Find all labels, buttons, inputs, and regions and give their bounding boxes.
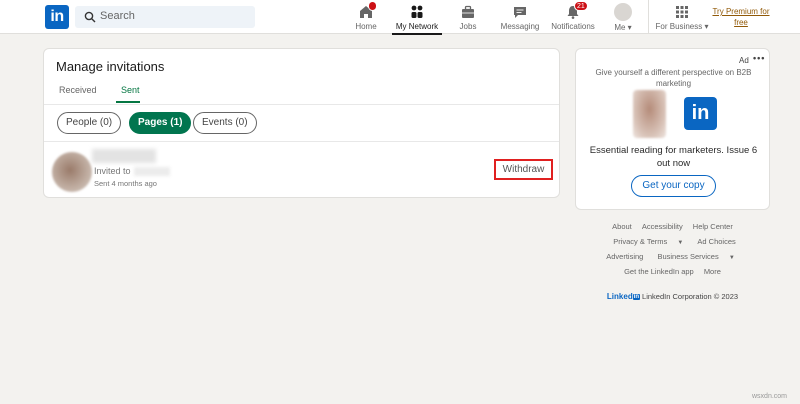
messaging-icon	[512, 4, 528, 20]
blurred-invited-target	[134, 167, 170, 176]
nav-my-network[interactable]: My Network	[392, 2, 442, 35]
try-premium-link[interactable]: Try Premium for free	[711, 6, 771, 28]
footer-link-get-app[interactable]: Get the LinkedIn app	[624, 267, 694, 276]
notification-dot	[368, 1, 377, 11]
filter-people[interactable]: People (0)	[57, 112, 122, 134]
footer-link-business-services[interactable]: Business Services ▼	[653, 252, 738, 261]
caret-down-icon: ▾	[627, 23, 632, 32]
blurred-page-name[interactable]	[92, 149, 156, 163]
nav-messaging-label: Messaging	[500, 22, 540, 31]
caret-down-icon: ▼	[677, 240, 684, 246]
linkedin-wordmark-box: in	[632, 294, 641, 300]
nav-my-network-label: My Network	[395, 22, 439, 31]
tabs-divider	[44, 104, 559, 105]
linkedin-logo[interactable]: in	[45, 5, 69, 29]
footer-link-more[interactable]: More	[704, 267, 721, 276]
nav-home[interactable]: Home	[352, 1, 380, 34]
nav-me[interactable]: Me ▾	[610, 2, 636, 34]
bell-icon: 21	[565, 1, 588, 20]
footer-link-help-center[interactable]: Help Center	[693, 222, 733, 231]
nav-divider	[648, 0, 649, 34]
filter-pages[interactable]: Pages (1)	[129, 112, 192, 134]
tab-sent[interactable]: Sent	[121, 85, 140, 95]
footer-link-about[interactable]: About	[612, 222, 632, 231]
footer-link-accessibility[interactable]: Accessibility	[642, 222, 683, 231]
manage-invitations-card: Manage invitations Received Sent People …	[43, 48, 560, 198]
page-title: Manage invitations	[56, 59, 165, 74]
nav-notifications[interactable]: 21 Notifications	[550, 1, 596, 34]
ad-person-image	[633, 90, 666, 138]
tab-received[interactable]: Received	[59, 85, 97, 95]
get-your-copy-button[interactable]: Get your copy	[631, 175, 716, 197]
page-avatar[interactable]	[52, 152, 92, 192]
copyright: Linkedin LinkedIn Corporation © 2023	[575, 292, 770, 301]
more-options-icon[interactable]: •••	[753, 53, 765, 63]
briefcase-icon	[460, 4, 476, 20]
search-placeholder: Search	[100, 10, 135, 22]
active-tab-indicator	[116, 101, 140, 103]
withdraw-button[interactable]: Withdraw	[494, 159, 553, 180]
copyright-text: LinkedIn Corporation © 2023	[642, 292, 739, 301]
nav-for-business-label: For Business	[655, 22, 703, 31]
nav-notifications-label: Notifications	[551, 22, 595, 31]
top-nav-bar: in Search Home My Network Jobs Messaging…	[0, 0, 800, 35]
linkedin-wordmark: Linked	[606, 292, 633, 301]
watermark: wsxdn.com	[752, 393, 788, 400]
grid-icon	[674, 4, 690, 20]
caret-down-icon: ▼	[728, 255, 735, 261]
avatar	[614, 3, 632, 21]
footer-link-privacy-terms[interactable]: Privacy & Terms ▼	[609, 237, 687, 246]
nav-messaging[interactable]: Messaging	[500, 2, 540, 34]
list-divider	[44, 141, 559, 142]
filter-events[interactable]: Events (0)	[193, 112, 257, 134]
nav-jobs-label: Jobs	[459, 22, 477, 31]
home-icon	[358, 1, 377, 20]
notification-count-badge: 21	[574, 1, 588, 11]
my-network-icon	[409, 4, 425, 20]
nav-for-business[interactable]: For Business ▾	[655, 2, 709, 34]
caret-down-icon: ▾	[704, 22, 709, 31]
sent-time: Sent 4 months ago	[94, 179, 157, 188]
search-input[interactable]: Search	[75, 6, 255, 28]
nav-jobs[interactable]: Jobs	[454, 2, 482, 34]
footer-link-advertising[interactable]: Advertising	[606, 252, 643, 261]
search-icon	[84, 11, 96, 23]
ad-card: Ad ••• Give yourself a different perspec…	[575, 48, 770, 210]
ad-tagline: Give yourself a different perspective on…	[595, 68, 752, 88]
nav-home-label: Home	[355, 22, 377, 31]
ad-copy: Essential reading for marketers. Issue 6…	[589, 145, 758, 169]
linkedin-logo-icon: in	[684, 97, 717, 130]
invited-to-label: Invited to	[94, 166, 131, 176]
nav-me-label: Me	[614, 23, 626, 32]
ad-label: Ad	[739, 56, 749, 65]
footer-link-ad-choices[interactable]: Ad Choices	[697, 237, 735, 246]
